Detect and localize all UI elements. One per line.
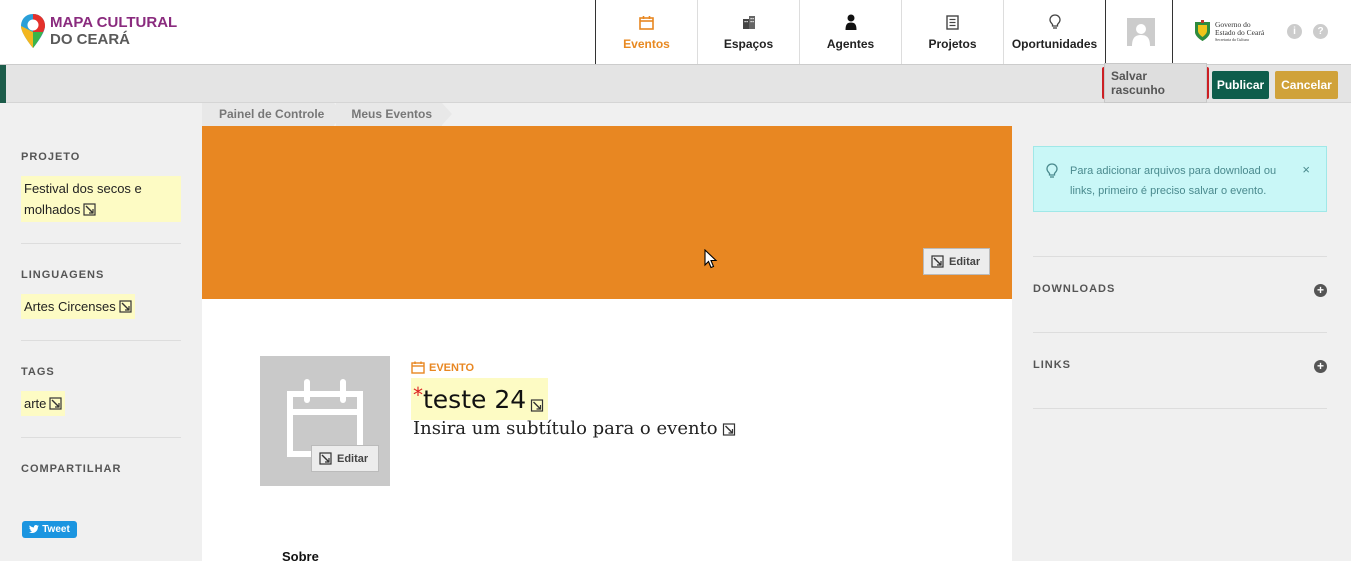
nav-oportunidades-label: Oportunidades <box>1011 37 1098 51</box>
top-header: MAPA CULTURAL DO CEARÁ Eventos Espaços A… <box>0 0 1351 65</box>
add-link-icon[interactable]: + <box>1314 360 1327 373</box>
edit-avatar-label: Editar <box>337 452 369 465</box>
edit-cover-button[interactable]: Editar <box>923 248 990 275</box>
edit-toolbar: Salvar rascunho Publicar Cancelar <box>0 63 1351 103</box>
add-download-icon[interactable]: + <box>1314 284 1327 297</box>
nav-eventos[interactable]: Eventos <box>596 0 698 64</box>
tweet-label: Tweet <box>42 524 70 535</box>
state-coat-of-arms-icon <box>1195 20 1210 41</box>
compartilhar-section: COMPARTILHAR <box>21 463 181 475</box>
main-nav: Eventos Espaços Agentes Projetos Oportun… <box>595 0 1106 64</box>
event-subtitle-field[interactable]: Insira um subtítulo para o evento <box>413 418 736 439</box>
divider <box>21 437 181 438</box>
gov-line-2: Estado do Ceará <box>1215 27 1265 37</box>
help-icons: i ? <box>1287 24 1328 39</box>
tweet-button[interactable]: Tweet <box>22 521 77 538</box>
user-menu[interactable] <box>1109 0 1173 64</box>
downloads-title: DOWNLOADS <box>1033 283 1116 295</box>
nav-projetos-label: Projetos <box>928 37 977 51</box>
edit-icon <box>83 203 96 216</box>
logo-line-1: MAPA CULTURAL <box>50 14 178 31</box>
map-pin-logo-icon <box>21 14 45 48</box>
event-title: teste 24 <box>423 385 527 414</box>
edit-icon <box>531 399 544 412</box>
edit-cover-label: Editar <box>949 255 981 268</box>
entity-type-label: EVENTO <box>411 361 474 374</box>
tags-field[interactable]: arte <box>21 391 66 416</box>
projeto-section: PROJETO Festival dos secos e molhados <box>21 151 181 222</box>
edit-icon <box>931 255 944 268</box>
left-sidebar: PROJETO Festival dos secos e molhados LI… <box>0 103 202 561</box>
edit-icon <box>119 300 132 313</box>
governo-ceara-text: Governo do Estado do Ceará Secretaria da… <box>1215 20 1265 42</box>
info-alert: Para adicionar arquivos para download ou… <box>1033 146 1327 212</box>
about-heading: Sobre <box>282 549 319 561</box>
linguagens-title: LINGUAGENS <box>21 269 105 281</box>
close-icon[interactable]: × <box>1302 162 1310 177</box>
breadcrumb-painel[interactable]: Painel de Controle <box>202 103 345 126</box>
user-avatar-icon <box>1131 24 1150 46</box>
projeto-title: PROJETO <box>21 151 81 163</box>
logo-line-2: DO CEARÁ <box>50 31 131 48</box>
gov-line-3: Secretaria da Cultura <box>1215 36 1249 42</box>
event-main: Editar EVENTO *teste 24 Insira um subtít… <box>202 299 1012 561</box>
twitter-bird-icon <box>29 525 40 533</box>
mapa-cultural-logo[interactable]: MAPA CULTURAL DO CEARÁ <box>20 12 177 50</box>
save-draft-button-highlight: Salvar rascunho <box>1102 63 1209 103</box>
save-draft-button[interactable]: Salvar rascunho <box>1104 63 1207 103</box>
logo-text: MAPA CULTURAL DO CEARÁ <box>50 14 177 48</box>
required-mark: * <box>413 383 423 407</box>
cancel-button[interactable]: Cancelar <box>1275 71 1338 99</box>
nav-espacos[interactable]: Espaços <box>698 0 800 64</box>
mouse-cursor-icon <box>704 249 718 269</box>
person-icon <box>845 13 857 31</box>
compartilhar-title: COMPARTILHAR <box>21 463 122 475</box>
calendar-icon <box>639 13 654 31</box>
divider <box>1033 332 1327 333</box>
divider <box>1033 256 1327 257</box>
divider <box>21 243 181 244</box>
linguagens-field[interactable]: Artes Circenses <box>21 294 135 319</box>
lightbulb-icon <box>1048 13 1061 31</box>
lightbulb-icon <box>1046 163 1058 178</box>
entity-type-text: EVENTO <box>429 361 475 374</box>
governo-ceara-logo[interactable]: Governo do Estado do Ceará Secretaria da… <box>1194 20 1264 42</box>
nav-agentes-label: Agentes <box>826 37 875 51</box>
edit-avatar-button[interactable]: Editar <box>311 445 379 472</box>
help-icon[interactable]: ? <box>1313 24 1328 39</box>
document-icon <box>946 13 959 31</box>
breadcrumb-meus-eventos[interactable]: Meus Eventos <box>336 103 452 126</box>
event-avatar-image: Editar <box>260 356 390 486</box>
toolbar-accent <box>0 65 6 103</box>
tags-value: arte <box>24 396 47 411</box>
event-cover-image: Editar <box>202 126 1012 299</box>
breadcrumb: Painel de Controle Meus Eventos <box>202 103 452 126</box>
linguagens-value: Artes Circenses <box>24 299 116 314</box>
tags-title: TAGS <box>21 366 55 378</box>
tags-section: TAGS arte <box>21 366 181 416</box>
event-title-field[interactable]: *teste 24 <box>411 378 549 420</box>
info-icon[interactable]: i <box>1287 24 1302 39</box>
building-icon <box>742 13 756 31</box>
nav-projetos[interactable]: Projetos <box>902 0 1004 64</box>
nav-eventos-label: Eventos <box>623 37 670 51</box>
projeto-field[interactable]: Festival dos secos e molhados <box>21 176 181 222</box>
edit-icon <box>319 452 332 465</box>
edit-icon <box>49 397 63 410</box>
nav-agentes[interactable]: Agentes <box>800 0 902 64</box>
divider <box>1033 408 1327 409</box>
edit-icon <box>722 423 735 436</box>
calendar-icon <box>411 361 425 374</box>
publish-button[interactable]: Publicar <box>1212 71 1269 99</box>
nav-espacos-label: Espaços <box>723 37 774 51</box>
avatar <box>1126 18 1155 46</box>
links-title: LINKS <box>1033 359 1071 371</box>
alert-message: Para adicionar arquivos para download ou… <box>1070 165 1277 197</box>
divider <box>21 340 181 341</box>
linguagens-section: LINGUAGENS Artes Circenses <box>21 269 181 319</box>
nav-oportunidades[interactable]: Oportunidades <box>1004 0 1106 64</box>
event-subtitle: Insira um subtítulo para o evento <box>413 418 718 439</box>
